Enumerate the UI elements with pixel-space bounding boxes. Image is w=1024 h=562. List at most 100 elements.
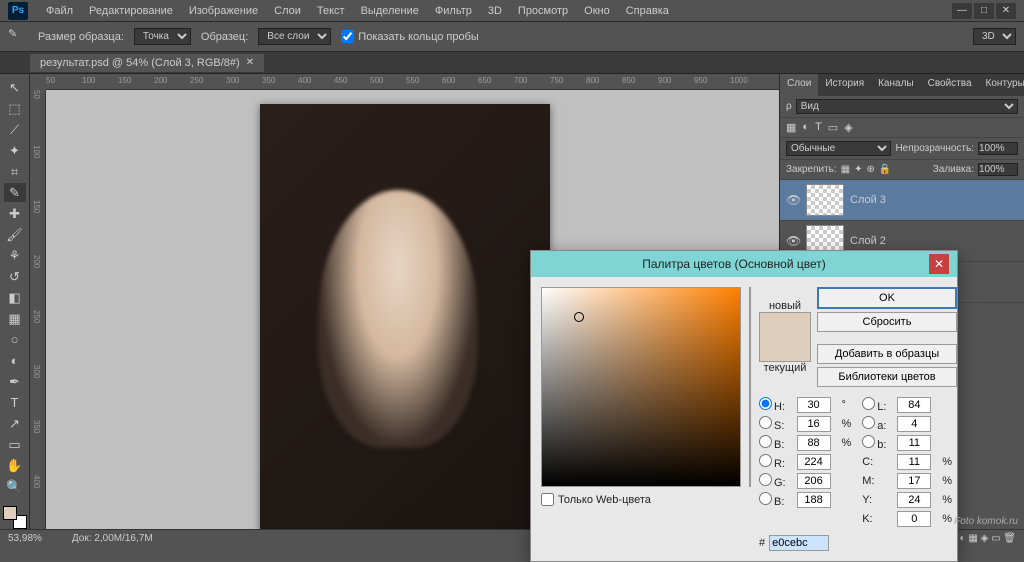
- brush-tool[interactable]: 🖌: [4, 225, 26, 244]
- eyedropper-tool[interactable]: ✎: [4, 183, 26, 202]
- ruler-corner: [30, 74, 46, 90]
- wand-tool[interactable]: ✦: [4, 141, 26, 160]
- layer-row[interactable]: 👁Слой 3: [780, 180, 1024, 221]
- crop-tool[interactable]: ⌗: [4, 162, 26, 181]
- sample-source-select[interactable]: Все слои: [258, 28, 331, 45]
- panel-tab-Каналы[interactable]: Каналы: [871, 74, 921, 96]
- add-swatch-button[interactable]: Добавить в образцы: [817, 344, 957, 364]
- minimize-button[interactable]: —: [952, 3, 972, 19]
- menu-Фильтр[interactable]: Фильтр: [427, 5, 480, 17]
- zoom-tool[interactable]: 🔍: [4, 477, 26, 496]
- a-input[interactable]: [897, 416, 931, 432]
- ok-button[interactable]: OK: [817, 287, 957, 309]
- document-canvas[interactable]: [260, 104, 550, 529]
- menu-Изображение[interactable]: Изображение: [181, 5, 266, 17]
- dodge-tool[interactable]: ◐: [4, 351, 26, 370]
- heal-tool[interactable]: ✚: [4, 204, 26, 223]
- menu-3D[interactable]: 3D: [480, 5, 510, 17]
- shape-filter-icon[interactable]: ▭: [828, 121, 838, 134]
- sample-source-label: Образец:: [201, 31, 248, 43]
- panel-tab-Слои[interactable]: Слои: [780, 74, 818, 96]
- workspace-select[interactable]: 3D: [973, 28, 1016, 45]
- menubar: Ps ФайлРедактированиеИзображениеСлоиТекс…: [0, 0, 1024, 22]
- stamp-tool[interactable]: ⚘: [4, 246, 26, 265]
- hand-tool[interactable]: ✋: [4, 456, 26, 475]
- r-input[interactable]: [797, 454, 831, 470]
- document-tabbar: результат.psd @ 54% (Слой 3, RGB/8#) ✕: [0, 52, 1024, 74]
- color-swatches[interactable]: [3, 506, 27, 529]
- shape-tool[interactable]: ▭: [4, 435, 26, 454]
- b-input[interactable]: [797, 435, 831, 451]
- close-button[interactable]: ✕: [996, 3, 1016, 19]
- lock-position-icon[interactable]: ✦: [854, 164, 862, 175]
- pen-tool[interactable]: ✒: [4, 372, 26, 391]
- visibility-icon[interactable]: 👁: [786, 234, 800, 248]
- menu-Файл[interactable]: Файл: [38, 5, 81, 17]
- menu-Просмотр[interactable]: Просмотр: [510, 5, 576, 17]
- window-controls: — □ ✕: [952, 3, 1016, 19]
- close-tab-icon[interactable]: ✕: [246, 57, 254, 68]
- cancel-button[interactable]: Сбросить: [817, 312, 957, 332]
- type-tool[interactable]: T: [4, 393, 26, 412]
- fill-input[interactable]: [978, 163, 1018, 176]
- web-only-checkbox[interactable]: Только Web-цвета: [541, 493, 741, 506]
- toolbox: ↖ ⬚ ⟋ ✦ ⌗ ✎ ✚ 🖌 ⚘ ↺ ◧ ▦ ○ ◐ ✒ T ↗ ▭ ✋ 🔍: [0, 74, 30, 529]
- move-tool[interactable]: ↖: [4, 78, 26, 97]
- h-input[interactable]: [797, 397, 831, 413]
- blur-tool[interactable]: ○: [4, 330, 26, 349]
- maximize-button[interactable]: □: [974, 3, 994, 19]
- gradient-tool[interactable]: ▦: [4, 309, 26, 328]
- smart-filter-icon[interactable]: ◈: [844, 121, 852, 134]
- foreground-color-swatch[interactable]: [3, 506, 17, 520]
- visibility-icon[interactable]: 👁: [786, 193, 800, 207]
- path-tool[interactable]: ↗: [4, 414, 26, 433]
- blend-mode-select[interactable]: Обычные: [786, 141, 891, 156]
- adjust-filter-icon[interactable]: ◐: [802, 121, 809, 134]
- dialog-close-button[interactable]: ✕: [929, 254, 949, 274]
- panel-tab-Контуры[interactable]: Контуры: [979, 74, 1024, 96]
- image-filter-icon[interactable]: ▦: [786, 121, 796, 134]
- y-input[interactable]: [897, 492, 931, 508]
- layer-thumb: [806, 184, 844, 216]
- lasso-tool[interactable]: ⟋: [4, 120, 26, 139]
- type-filter-icon[interactable]: T: [815, 121, 822, 134]
- show-ring-checkbox[interactable]: Показать кольцо пробы: [341, 30, 479, 43]
- blue-input[interactable]: [797, 492, 831, 508]
- m-input[interactable]: [897, 473, 931, 489]
- lock-pixels-icon[interactable]: ▦: [841, 164, 850, 175]
- c-input[interactable]: [897, 454, 931, 470]
- saturation-field[interactable]: [541, 287, 741, 487]
- menu-Выделение[interactable]: Выделение: [353, 5, 427, 17]
- eraser-tool[interactable]: ◧: [4, 288, 26, 307]
- menu-Текст[interactable]: Текст: [309, 5, 353, 17]
- document-tab[interactable]: результат.psd @ 54% (Слой 3, RGB/8#) ✕: [30, 54, 264, 72]
- color-libraries-button[interactable]: Библиотеки цветов: [817, 367, 957, 387]
- menu-Редактирование[interactable]: Редактирование: [81, 5, 181, 17]
- lock-all-icon[interactable]: 🔒: [879, 164, 891, 175]
- dialog-titlebar[interactable]: Палитра цветов (Основной цвет) ✕: [531, 251, 957, 277]
- g-input[interactable]: [797, 473, 831, 489]
- layer-filter-select[interactable]: Вид: [796, 99, 1018, 114]
- vertical-ruler: 50100150200250300350400: [30, 90, 46, 529]
- history-brush-tool[interactable]: ↺: [4, 267, 26, 286]
- watermark: Foto komok.ru: [954, 516, 1018, 527]
- opacity-input[interactable]: [978, 142, 1018, 155]
- panel-tab-Свойства[interactable]: Свойства: [921, 74, 979, 96]
- k-input[interactable]: [897, 511, 931, 527]
- sample-size-select[interactable]: Точка: [134, 28, 191, 45]
- zoom-level[interactable]: 53,98%: [8, 533, 42, 544]
- l-input[interactable]: [897, 397, 931, 413]
- current-color-swatch[interactable]: [760, 337, 810, 361]
- menu-Справка[interactable]: Справка: [618, 5, 677, 17]
- hue-slider[interactable]: [749, 287, 751, 487]
- lock-move-icon[interactable]: ⊕: [867, 164, 875, 175]
- s-input[interactable]: [797, 416, 831, 432]
- menu-Слои[interactable]: Слои: [266, 5, 309, 17]
- eyedropper-icon: ✎: [8, 27, 28, 47]
- hex-input[interactable]: [769, 535, 829, 551]
- menu-Окно[interactable]: Окно: [576, 5, 618, 17]
- lab-b-input[interactable]: [897, 435, 931, 451]
- marquee-tool[interactable]: ⬚: [4, 99, 26, 118]
- panel-tab-История[interactable]: История: [818, 74, 871, 96]
- panel-tabs: СлоиИсторияКаналыСвойстваКонтуры: [780, 74, 1024, 96]
